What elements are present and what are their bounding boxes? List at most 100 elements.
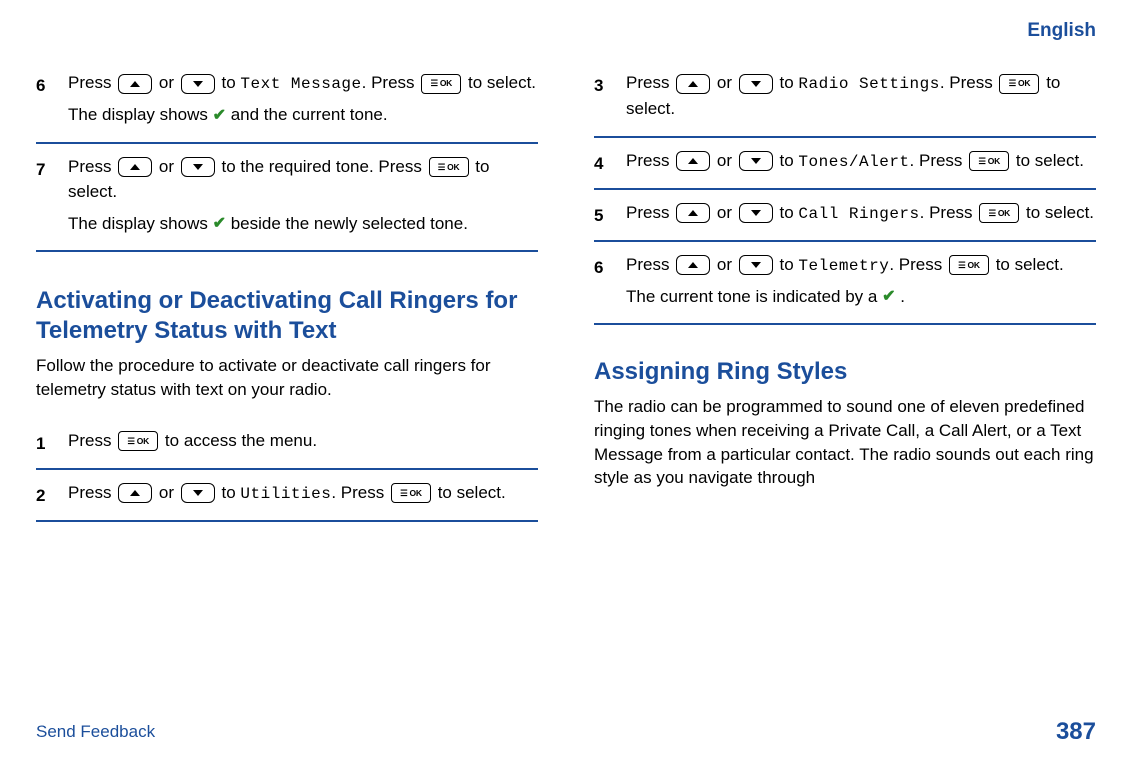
- page-number: 387: [1056, 718, 1096, 746]
- text: Press: [68, 483, 116, 502]
- text: . Press: [362, 73, 420, 92]
- text: or: [159, 483, 179, 502]
- step-5: 5 Press or to Call Ringers. Press to sel…: [594, 190, 1096, 242]
- down-arrow-icon: [739, 74, 773, 94]
- ok-button-icon: [999, 74, 1039, 94]
- text: to select.: [1026, 203, 1094, 222]
- menu-option: Utilities: [240, 485, 331, 503]
- down-arrow-icon: [181, 157, 215, 177]
- text: . Press: [331, 483, 389, 502]
- text: or: [717, 151, 737, 170]
- text: to select.: [468, 73, 536, 92]
- language-header: English: [36, 20, 1096, 42]
- step-number: 6: [594, 252, 612, 310]
- ok-button-icon: [421, 74, 461, 94]
- text: to: [780, 203, 799, 222]
- text: to: [780, 151, 799, 170]
- text: or: [159, 73, 179, 92]
- up-arrow-icon: [676, 74, 710, 94]
- up-arrow-icon: [118, 483, 152, 503]
- send-feedback-link[interactable]: Send Feedback: [36, 722, 155, 742]
- text: to: [780, 255, 799, 274]
- text: . Press: [920, 203, 978, 222]
- step-number: 5: [594, 200, 612, 226]
- step-number: 6: [36, 70, 54, 128]
- step-6r: 6 Press or to Telemetry. Press to select…: [594, 242, 1096, 326]
- menu-option: Call Ringers: [798, 205, 919, 223]
- text: The current tone is indicated by a: [626, 287, 882, 306]
- text: or: [717, 255, 737, 274]
- step-3: 3 Press or to Radio Settings. Press to s…: [594, 60, 1096, 138]
- manual-page: English 6 Press or to Text Message. Pres…: [0, 0, 1132, 762]
- text: to: [222, 483, 241, 502]
- text: . Press: [910, 151, 968, 170]
- text: to access the menu.: [165, 431, 317, 450]
- text: and the current tone.: [231, 105, 388, 124]
- right-column: 3 Press or to Radio Settings. Press to s…: [594, 60, 1096, 522]
- page-footer: Send Feedback 387: [0, 718, 1132, 746]
- section-heading: Activating or Deactivating Call Ringers …: [36, 286, 538, 346]
- menu-option: Telemetry: [798, 257, 889, 275]
- ok-button-icon: [969, 151, 1009, 171]
- ok-button-icon: [429, 157, 469, 177]
- step-body: Press or to the required tone. Press to …: [68, 154, 538, 237]
- checkmark-icon: ✔: [213, 104, 226, 128]
- text: The display shows: [68, 214, 213, 233]
- step-4: 4 Press or to Tones/Alert. Press to sele…: [594, 138, 1096, 190]
- text: Press: [626, 255, 674, 274]
- checkmark-icon: ✔: [213, 212, 226, 236]
- ok-button-icon: [391, 483, 431, 503]
- text: Press: [626, 203, 674, 222]
- up-arrow-icon: [118, 74, 152, 94]
- step-body: Press or to Utilities. Press to select.: [68, 480, 538, 506]
- step-2: 2 Press or to Utilities. Press to select…: [36, 470, 538, 522]
- section-intro: Follow the procedure to activate or deac…: [36, 354, 538, 402]
- text: Press: [626, 73, 674, 92]
- menu-option: Text Message: [240, 75, 361, 93]
- two-column-layout: 6 Press or to Text Message. Press to sel…: [36, 60, 1096, 522]
- checkmark-icon: ✔: [882, 285, 895, 309]
- ok-button-icon: [979, 203, 1019, 223]
- text: or: [717, 73, 737, 92]
- step-number: 3: [594, 70, 612, 122]
- text: Press: [626, 151, 674, 170]
- text: to the required tone. Press: [222, 157, 427, 176]
- step-number: 2: [36, 480, 54, 506]
- text: to select.: [996, 255, 1064, 274]
- menu-option: Radio Settings: [798, 75, 939, 93]
- step-1: 1 Press to access the menu.: [36, 418, 538, 470]
- step-6: 6 Press or to Text Message. Press to sel…: [36, 60, 538, 144]
- text: . Press: [889, 255, 947, 274]
- ok-button-icon: [118, 431, 158, 451]
- down-arrow-icon: [739, 203, 773, 223]
- step-body: Press or to Call Ringers. Press to selec…: [626, 200, 1096, 226]
- text: Press: [68, 157, 116, 176]
- text: Press: [68, 73, 116, 92]
- menu-option: Tones/Alert: [798, 153, 909, 171]
- step-number: 7: [36, 154, 54, 237]
- section-heading: Assigning Ring Styles: [594, 357, 1096, 387]
- ok-button-icon: [949, 255, 989, 275]
- down-arrow-icon: [739, 151, 773, 171]
- step-body: Press or to Telemetry. Press to select. …: [626, 252, 1096, 310]
- down-arrow-icon: [181, 483, 215, 503]
- text: The display shows: [68, 105, 213, 124]
- text: . Press: [940, 73, 998, 92]
- text: .: [900, 287, 905, 306]
- text: to: [780, 73, 799, 92]
- text: to select.: [1016, 151, 1084, 170]
- text: beside the newly selected tone.: [231, 214, 468, 233]
- text: to select.: [438, 483, 506, 502]
- text: or: [159, 157, 179, 176]
- up-arrow-icon: [118, 157, 152, 177]
- step-body: Press or to Tones/Alert. Press to select…: [626, 148, 1096, 174]
- up-arrow-icon: [676, 203, 710, 223]
- text: or: [717, 203, 737, 222]
- up-arrow-icon: [676, 151, 710, 171]
- text: Press: [68, 431, 116, 450]
- left-column: 6 Press or to Text Message. Press to sel…: [36, 60, 538, 522]
- step-body: Press or to Radio Settings. Press to sel…: [626, 70, 1096, 122]
- up-arrow-icon: [676, 255, 710, 275]
- step-number: 1: [36, 428, 54, 454]
- step-7: 7 Press or to the required tone. Press t…: [36, 144, 538, 253]
